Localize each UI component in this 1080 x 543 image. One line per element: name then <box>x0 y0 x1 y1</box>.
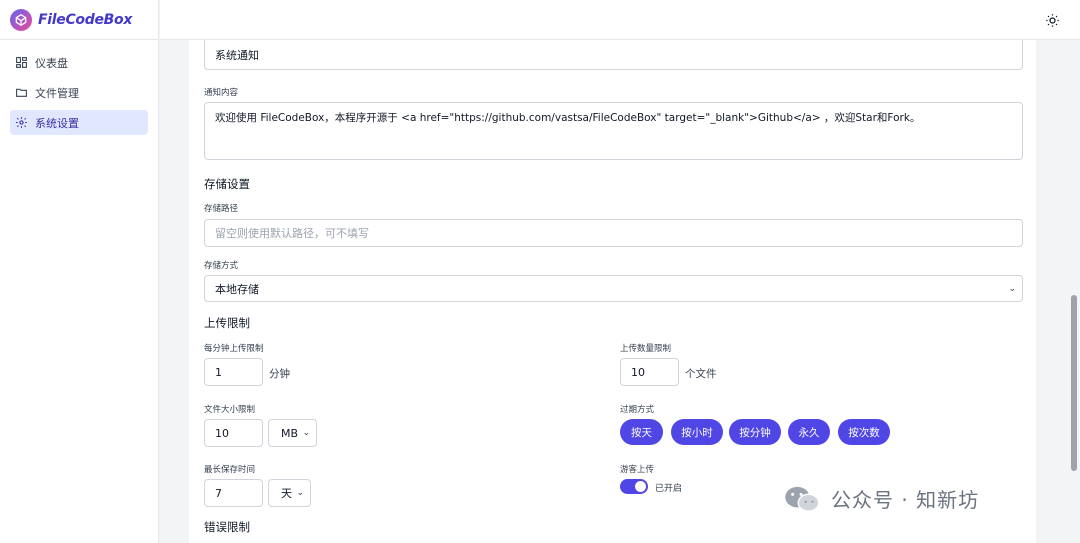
notice-content-label: 通知内容 <box>204 88 239 98</box>
per-minute-label: 每分钟上传限制 <box>204 344 264 354</box>
max-save-unit-select[interactable]: 天 ⌄ <box>268 479 311 507</box>
sun-icon <box>1045 13 1059 27</box>
dashboard-icon <box>16 57 27 68</box>
file-size-input[interactable]: 10 <box>204 419 263 447</box>
file-size-unit-value: MB <box>281 426 299 440</box>
guest-upload-status: 已开启 <box>655 484 683 494</box>
sidebar-item-label: 文件管理 <box>35 86 79 100</box>
watermark-text: 公众号 · 知新坊 <box>831 488 980 512</box>
sidebar-nav: 仪表盘 文件管理 系统设置 <box>0 40 158 150</box>
gear-icon <box>16 117 27 128</box>
brand-name: FileCodeBox <box>38 11 133 28</box>
storage-path-input[interactable]: 留空则使用默认路径，可不填写 <box>204 219 1023 247</box>
sidebar-item-label: 仪表盘 <box>35 56 68 70</box>
per-minute-input[interactable]: 1 <box>204 358 263 386</box>
theme-toggle-button[interactable] <box>1044 12 1060 28</box>
notice-content-value: 欢迎使用 FileCodeBox，本程序开源于 <a href="https:/… <box>215 112 921 124</box>
chevron-down-icon: ⌄ <box>302 428 310 438</box>
guest-upload-toggle[interactable] <box>620 479 648 494</box>
expire-option-count[interactable]: 按次数 <box>838 419 890 445</box>
max-save-label: 最长保存时间 <box>204 465 256 475</box>
scrollbar-thumb[interactable] <box>1071 295 1077 471</box>
settings-panel: 系统通知 通知内容 欢迎使用 FileCodeBox，本程序开源于 <a hre… <box>189 40 1036 543</box>
main-content: 系统通知 通知内容 欢迎使用 FileCodeBox，本程序开源于 <a hre… <box>160 40 1080 543</box>
max-save-input[interactable]: 7 <box>204 479 263 507</box>
storage-method-value: 本地存储 <box>215 282 259 296</box>
storage-path-placeholder: 留空则使用默认路径，可不填写 <box>215 227 369 240</box>
error-section-title: 错误限制 <box>204 520 250 534</box>
max-save-unit-value: 天 <box>281 487 292 500</box>
storage-section-title: 存储设置 <box>204 177 250 191</box>
brand[interactable]: FileCodeBox <box>0 0 158 40</box>
file-size-unit-select[interactable]: MB ⌄ <box>268 419 317 447</box>
upload-count-value: 10 <box>631 365 645 379</box>
expire-option-day[interactable]: 按天 <box>620 419 663 445</box>
chevron-down-icon: ⌄ <box>296 488 304 498</box>
sidebar-item-settings[interactable]: 系统设置 <box>10 110 148 135</box>
file-size-label: 文件大小限制 <box>204 405 256 415</box>
max-save-value: 7 <box>215 486 222 500</box>
per-minute-value: 1 <box>215 365 222 379</box>
folder-icon <box>16 88 27 97</box>
storage-method-label: 存储方式 <box>204 261 239 271</box>
sidebar: FileCodeBox 仪表盘 文件管理 系统设置 <box>0 0 159 543</box>
sidebar-item-dashboard[interactable]: 仪表盘 <box>10 50 148 75</box>
brand-logo-icon <box>10 8 32 31</box>
per-minute-unit: 分钟 <box>269 368 290 380</box>
sidebar-item-files[interactable]: 文件管理 <box>10 80 148 105</box>
guest-upload-label: 游客上传 <box>620 465 655 475</box>
chevron-down-icon: ⌄ <box>1008 283 1016 294</box>
sidebar-item-label: 系统设置 <box>35 116 79 130</box>
expire-method-label: 过期方式 <box>620 405 655 415</box>
watermark: 公众号 · 知新坊 <box>783 484 979 513</box>
file-size-value: 10 <box>215 426 229 440</box>
expire-option-hour[interactable]: 按小时 <box>671 419 723 445</box>
notice-content-textarea[interactable]: 欢迎使用 FileCodeBox，本程序开源于 <a href="https:/… <box>204 102 1023 160</box>
upload-section-title: 上传限制 <box>204 316 250 330</box>
wechat-icon <box>785 486 820 512</box>
storage-path-label: 存储路径 <box>204 204 239 214</box>
storage-method-select[interactable]: 本地存储 ⌄ <box>204 275 1023 302</box>
top-bar <box>160 0 1080 40</box>
upload-count-input[interactable]: 10 <box>620 358 679 386</box>
upload-count-label: 上传数量限制 <box>620 344 672 354</box>
notice-title-value: 系统通知 <box>215 49 259 62</box>
expire-option-minute[interactable]: 按分钟 <box>729 419 781 445</box>
expire-option-forever[interactable]: 永久 <box>788 419 830 445</box>
upload-count-unit: 个文件 <box>685 368 717 380</box>
notice-title-input[interactable]: 系统通知 <box>204 40 1023 70</box>
